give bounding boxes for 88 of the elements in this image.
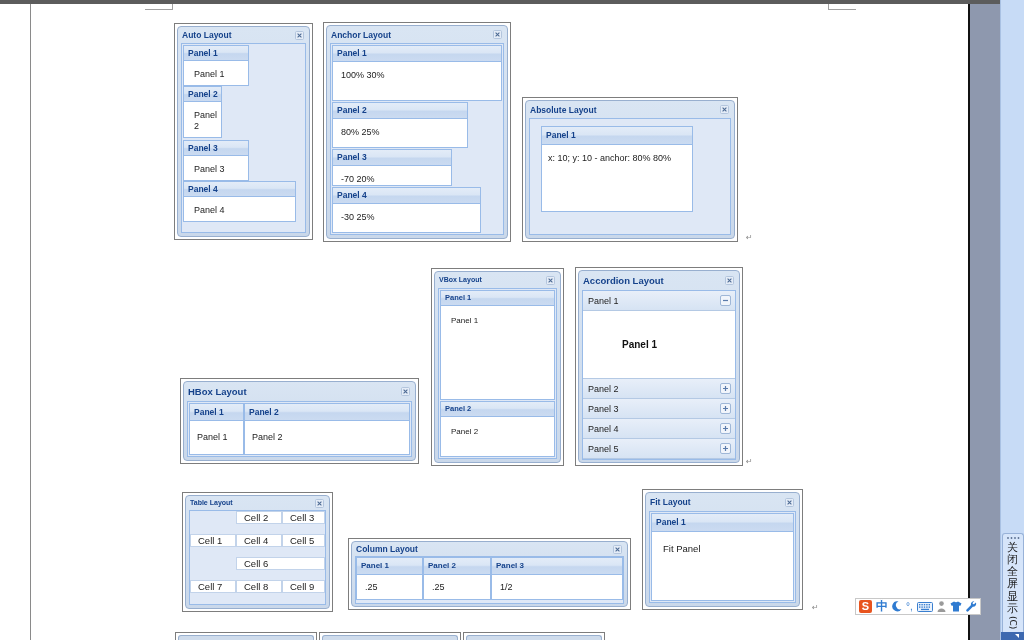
paragraph-mark: ↵ (746, 457, 753, 466)
close-fullscreen-button[interactable]: 关闭全屏显示 (C) (1001, 533, 1024, 632)
accordion-title: Panel 3 (588, 403, 619, 414)
panel-text: Panel 1 (451, 316, 479, 325)
panel-header: Panel 1 (184, 46, 248, 61)
panel-header: Panel 4 (333, 188, 480, 204)
panel-header: Panel 4 (184, 182, 295, 197)
window-title: Anchor Layout (331, 29, 391, 40)
panel-text: Panel 1 (194, 69, 225, 79)
panel-text: Panel 1 (622, 339, 658, 350)
close-icon[interactable] (493, 30, 502, 39)
panel-text: Panel 2 (252, 432, 283, 443)
table-cell: Cell 6 (236, 557, 325, 570)
accordion-title: Panel 2 (588, 383, 619, 394)
table-cell: Cell 9 (282, 580, 325, 593)
panel-text: 1/2 (500, 582, 513, 592)
window-title: Fit Layout (650, 497, 691, 507)
punctuation-toggle[interactable]: °, (906, 600, 913, 613)
plus-icon[interactable] (720, 383, 731, 394)
accordion-header[interactable]: Panel 3 (583, 399, 735, 419)
panel-header: Panel 2 (424, 558, 490, 575)
shirt-icon[interactable] (949, 601, 962, 612)
table-cell: Cell 4 (236, 534, 282, 547)
paragraph-mark: ↵ (746, 233, 753, 242)
close-icon[interactable] (295, 30, 304, 40)
plus-icon[interactable] (720, 403, 731, 414)
wrench-icon[interactable] (965, 601, 977, 612)
panel-header: Panel 2 (184, 87, 221, 102)
table-cell: Cell 5 (282, 534, 325, 547)
accordion-header[interactable]: Panel 1 (583, 291, 735, 311)
window-title: Accordion Layout (583, 275, 664, 286)
close-icon[interactable] (785, 497, 794, 507)
table-cell: Cell 3 (282, 511, 325, 524)
close-icon[interactable] (613, 544, 622, 554)
plus-icon[interactable] (720, 423, 731, 434)
accordion-header[interactable]: Panel 4 (583, 419, 735, 439)
panel-header: Panel 1 (333, 46, 501, 62)
accordion-header[interactable]: Panel 5 (583, 439, 735, 459)
panel-header: Panel 1 (190, 404, 243, 421)
plus-icon[interactable] (720, 443, 731, 454)
panel-header: Panel 1 (542, 127, 692, 145)
window-title: HBox Layout (188, 386, 247, 397)
panel-text: -70 20% (341, 174, 375, 184)
table-cell: Cell 8 (236, 580, 282, 593)
accordion-header[interactable]: Panel 2 (583, 379, 735, 399)
panel-text: 80% 25% (341, 127, 380, 137)
table-cell: Cell 1 (190, 534, 236, 547)
close-icon[interactable] (315, 498, 324, 508)
keyboard-icon[interactable] (916, 601, 933, 612)
accordion-title: Panel 1 (588, 295, 619, 306)
panel-header: Panel 1 (357, 558, 422, 575)
close-icon[interactable] (720, 105, 729, 114)
table-cell: Cell 7 (190, 580, 236, 593)
panel-text: Panel 4 (194, 205, 225, 215)
panel-text: .25 (365, 582, 378, 592)
panel-header: Panel 2 (245, 404, 409, 421)
close-icon[interactable] (725, 276, 734, 285)
window-title: Column Layout (356, 544, 418, 554)
panel-header: Panel 3 (333, 150, 451, 166)
accordion-title: Panel 4 (588, 423, 619, 434)
margin-corner-mark (145, 4, 173, 10)
margin-corner-mark (828, 4, 856, 10)
table-cell: Cell 2 (236, 511, 282, 524)
panel-text: Panel 1 (197, 432, 228, 443)
panel-text: Panel 2 (451, 427, 479, 436)
panel-header: Panel 3 (492, 558, 622, 575)
minus-icon[interactable] (720, 295, 731, 306)
panel-header: Panel 3 (184, 141, 248, 156)
panel-text: Panel 3 (194, 164, 225, 174)
moon-icon[interactable] (892, 601, 902, 612)
panel-text: Fit Panel (663, 543, 701, 554)
window-title: Absolute Layout (530, 104, 597, 115)
window-title: Auto Layout (182, 30, 232, 40)
ime-logo-tile[interactable]: S (859, 600, 872, 613)
panel-text: .25 (432, 582, 445, 592)
panel-header: Panel 1 (652, 514, 793, 532)
input-mode-toggle[interactable]: 中 (876, 600, 888, 613)
panel-text: -30 25% (341, 212, 375, 222)
panel-text: 100% 30% (341, 70, 385, 80)
close-icon[interactable] (546, 275, 555, 285)
panel-header: Panel 2 (333, 103, 467, 119)
grip-icon (1005, 537, 1020, 540)
panel-text: Panel 2 (194, 110, 218, 131)
accordion-title: Panel 5 (588, 443, 619, 454)
close-icon[interactable] (401, 387, 410, 396)
panel-text: x: 10; y: 10 - anchor: 80% 80% (548, 153, 672, 163)
person-icon[interactable] (936, 601, 946, 612)
paragraph-mark: ↵ (812, 603, 819, 612)
